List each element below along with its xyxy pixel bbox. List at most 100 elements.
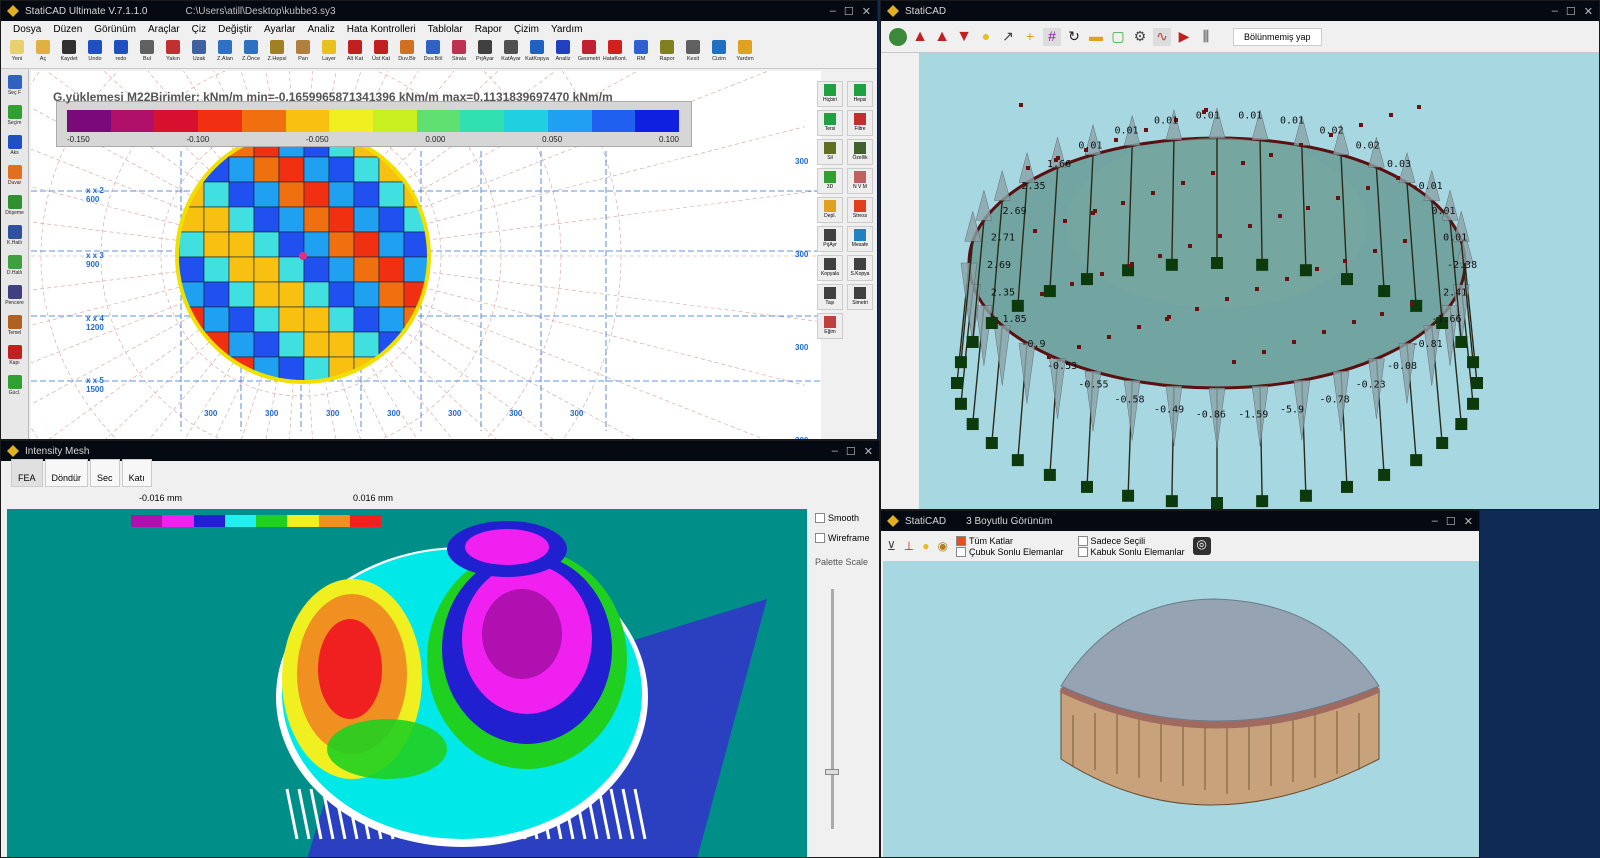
toolbar-button-8[interactable]: Z.Alan [213, 39, 237, 67]
grid-icon[interactable]: # [1043, 27, 1061, 46]
toolbar-button-16[interactable]: Duv.Böl [421, 39, 445, 67]
menu-4[interactable]: Çiz [186, 24, 212, 35]
menu-6[interactable]: Ayarlar [258, 24, 302, 35]
toolbar-button-4[interactable]: redo [109, 39, 133, 67]
slab-icon[interactable]: ▢ [1109, 28, 1127, 46]
bulb-icon[interactable]: ● [922, 539, 929, 553]
camera-icon[interactable]: ◎ [1192, 537, 1211, 555]
sidebar-tool-5[interactable]: K.Hatlı [3, 223, 27, 251]
toolbar-button-1[interactable]: Aç [31, 39, 55, 67]
sidebar-tool-7[interactable]: Pencere [3, 283, 27, 311]
right-tool-10[interactable]: PrjAyr [817, 226, 843, 252]
unsplit-button[interactable]: Bölünmemiş yap [1233, 27, 1322, 46]
right-tool-2[interactable]: Tersi [817, 110, 843, 136]
toolbar-button-25[interactable]: Rapor [655, 39, 679, 67]
view3d-canvas[interactable] [883, 561, 1479, 857]
menu-2[interactable]: Görünüm [88, 24, 142, 35]
right-tool-15[interactable]: Simetri [847, 284, 873, 310]
toolbar-button-21[interactable]: Analiz [551, 39, 575, 67]
toolbar-button-15[interactable]: Duv.Bir [395, 39, 419, 67]
maximize-icon[interactable]: ☐ [1446, 515, 1456, 528]
close-icon[interactable]: ✕ [1464, 515, 1473, 528]
analysis-icon[interactable]: ▶ [1175, 28, 1193, 46]
close-icon[interactable]: ✕ [864, 445, 873, 458]
toolbar-button-19[interactable]: KatAyar [499, 39, 523, 67]
checkbox[interactable] [955, 535, 966, 546]
toolbar-button-9[interactable]: Z.Önce [239, 39, 263, 67]
right-tool-14[interactable]: Taşı [817, 284, 843, 310]
menu-8[interactable]: Hata Kontrolleri [341, 24, 422, 35]
right-tool-1[interactable]: Hepsi [847, 81, 873, 107]
toolbar-button-23[interactable]: HataKont. [603, 39, 627, 67]
toolbar-button-24[interactable]: RM [629, 39, 653, 67]
menu-5[interactable]: Değiştir [212, 24, 258, 35]
maximize-icon[interactable]: ☐ [844, 5, 854, 18]
toolbar-button-28[interactable]: Yardım [733, 39, 757, 67]
crosshair-icon[interactable]: + [1021, 28, 1039, 46]
arrow-down-icon[interactable]: ▼ [955, 28, 973, 46]
toolbar-button-27[interactable]: Cizim [707, 39, 731, 67]
home-icon[interactable] [889, 27, 907, 46]
arrow-up-icon[interactable]: ▲ [911, 28, 929, 46]
sidebar-tool-6[interactable]: D.Hatlı [3, 253, 27, 281]
checkbox[interactable] [955, 546, 966, 557]
sidebar-tool-1[interactable]: Seçim [3, 103, 27, 131]
bulb-icon[interactable]: ● [977, 28, 995, 46]
menu-11[interactable]: Çizim [508, 24, 545, 35]
menu-1[interactable]: Düzen [47, 24, 88, 35]
right-tool-9[interactable]: Stress [847, 197, 873, 223]
rotate-icon[interactable]: ↻ [1065, 28, 1083, 46]
mesh-tab-3[interactable]: Katı [121, 459, 152, 487]
mesh-tab-2[interactable]: Sec [90, 459, 120, 487]
sidebar-tool-0[interactable]: Seç F [3, 73, 27, 101]
checkbox[interactable] [1077, 535, 1088, 546]
menu-12[interactable]: Yardım [545, 24, 589, 35]
arrow-up-icon[interactable]: ▲ [933, 28, 951, 46]
axis-icon[interactable]: ↗ [999, 28, 1017, 46]
sidebar-tool-3[interactable]: Duvar [3, 163, 27, 191]
menu-3[interactable]: Araçlar [142, 24, 186, 35]
right-tool-13[interactable]: S.Kopya [847, 255, 873, 281]
right-tool-0[interactable]: Hiçbiri [817, 81, 843, 107]
palette-scale-thumb[interactable] [825, 769, 839, 775]
toolbar-button-11[interactable]: Pan [291, 39, 315, 67]
view3d-option-0[interactable]: Tüm Katlar [955, 535, 1064, 546]
result-3d-canvas[interactable]: -2.38 2.41 -1.66 -0.81 -0.08 -0.23 -0.78 -5.9 -1… [919, 53, 1599, 509]
palette-scale-slider[interactable] [831, 589, 834, 829]
toolbar-button-3[interactable]: Undo [83, 39, 107, 67]
toolbar-button-6[interactable]: Yakın [161, 39, 185, 67]
smooth-checkbox[interactable]: Smooth [815, 513, 877, 523]
sidebar-tool-4[interactable]: Döşeme [3, 193, 27, 221]
axis-icon[interactable]: ⊻ [887, 539, 896, 553]
plan-canvas[interactable]: G.yüklemesi M22Birimler: kNm/m min=-0.16… [31, 71, 821, 439]
toolbar-button-10[interactable]: Z.Hepsi [265, 39, 289, 67]
view3d-option-2[interactable]: Çubuk Sonlu Elemanlar [955, 546, 1064, 557]
right-tool-5[interactable]: Özellik [847, 139, 873, 165]
right-tool-11[interactable]: Mesafe [847, 226, 873, 252]
menu-0[interactable]: Dosya [7, 24, 47, 35]
toolbar-button-7[interactable]: Uzak [187, 39, 211, 67]
mesh-tab-0[interactable]: FEA [11, 459, 43, 487]
minimize-icon[interactable]: – [1552, 5, 1558, 18]
close-icon[interactable]: ✕ [1584, 5, 1593, 18]
nvm-icon[interactable]: ∿ [1153, 27, 1171, 46]
light-icon[interactable]: ◉ [938, 539, 948, 553]
sidebar-tool-8[interactable]: Temel [3, 313, 27, 341]
right-tool-16[interactable]: Eğim [817, 313, 843, 339]
minimize-icon[interactable]: – [832, 445, 838, 458]
maximize-icon[interactable]: ☐ [1566, 5, 1576, 18]
right-tool-12[interactable]: Kopyala [817, 255, 843, 281]
frame-icon[interactable]: ⊥ [904, 539, 914, 553]
close-icon[interactable]: ✕ [862, 5, 871, 18]
toolbar-button-20[interactable]: KatKopya [525, 39, 549, 67]
right-tool-6[interactable]: 3D [817, 168, 843, 194]
right-tool-7[interactable]: N V M [847, 168, 873, 194]
toolbar-button-2[interactable]: Kaydet [57, 39, 81, 67]
minimize-icon[interactable]: – [1432, 515, 1438, 528]
right-tool-4[interactable]: Sil [817, 139, 843, 165]
toolbar-button-17[interactable]: Sirala [447, 39, 471, 67]
menu-9[interactable]: Tablolar [422, 24, 469, 35]
toolbar-button-22[interactable]: Geometri [577, 39, 601, 67]
column-split-icon[interactable]: ⫼ [1197, 28, 1215, 46]
sidebar-tool-9[interactable]: Kapı [3, 343, 27, 371]
